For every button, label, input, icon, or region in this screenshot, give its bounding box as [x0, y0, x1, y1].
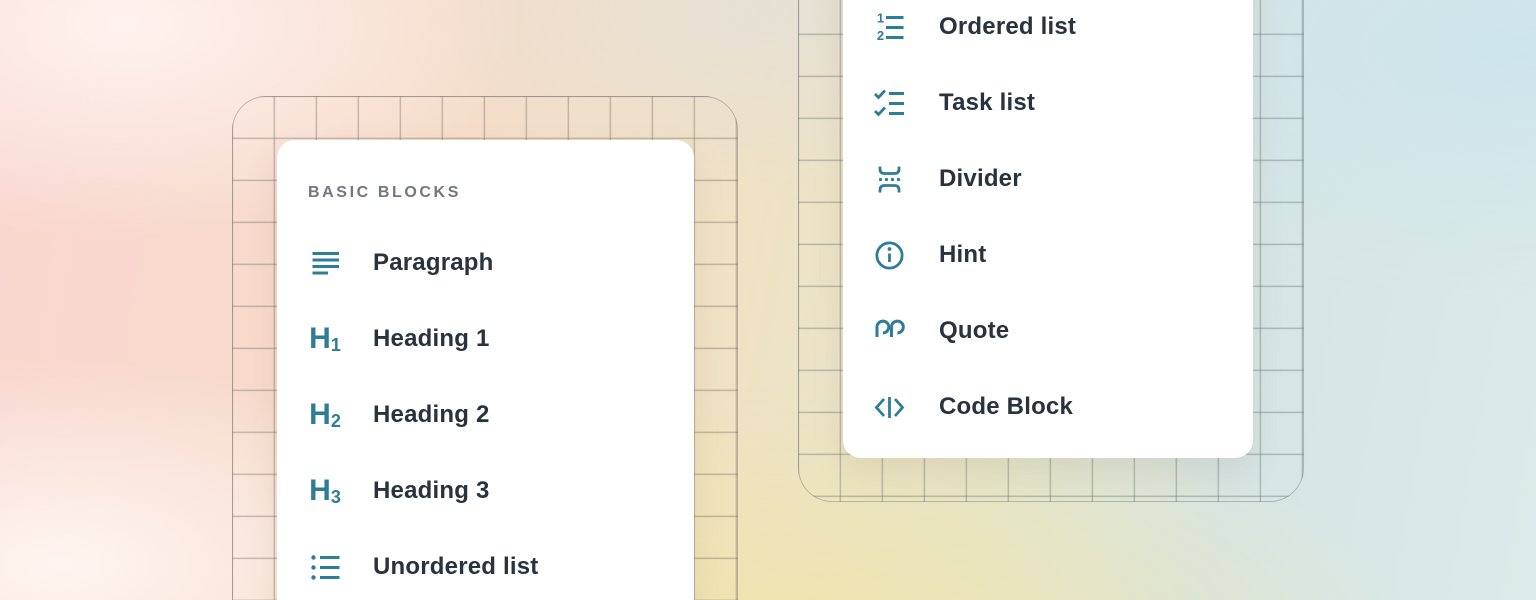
heading-3-icon: H3	[308, 474, 342, 508]
menu-item-label: Hint	[939, 241, 986, 269]
menu-item-label: Heading 2	[373, 401, 490, 429]
menu-item-heading-3[interactable]: H3 Heading 3	[308, 453, 676, 529]
ordered-list-icon: 1 2	[872, 10, 906, 44]
menu-item-heading-2[interactable]: H2 Heading 2	[308, 377, 676, 453]
menu-item-label: Quote	[939, 317, 1009, 345]
menu-item-label: Ordered list	[939, 13, 1076, 41]
menu-item-ordered-list[interactable]: 1 2 Ordered list	[872, 0, 1235, 65]
menu-item-task-list[interactable]: Task list	[872, 65, 1235, 141]
menu-item-quote[interactable]: Quote	[872, 293, 1235, 369]
menu-item-label: Paragraph	[373, 249, 494, 277]
heading-2-icon: H2	[308, 398, 342, 432]
basic-blocks-menu: BASIC BLOCKS Paragraph H1 Heading 1 H2 H…	[277, 140, 694, 600]
quote-icon	[872, 314, 906, 348]
svg-text:2: 2	[876, 28, 883, 43]
menu-item-label: Task list	[939, 89, 1035, 117]
svg-text:1: 1	[876, 11, 883, 26]
divider-icon	[872, 162, 906, 196]
menu-item-hint[interactable]: Hint	[872, 217, 1235, 293]
hint-icon	[872, 238, 906, 272]
unordered-list-icon	[308, 550, 342, 584]
blocks-menu-continued: 1 2 Ordered list Task list	[843, 0, 1253, 458]
menu-item-heading-1[interactable]: H1 Heading 1	[308, 301, 676, 377]
menu-item-label: Heading 1	[373, 325, 490, 353]
menu-item-label: Code Block	[939, 393, 1073, 421]
code-block-icon	[872, 390, 906, 424]
menu-item-code-block[interactable]: Code Block	[872, 369, 1235, 445]
section-header: BASIC BLOCKS	[308, 176, 676, 210]
menu-item-unordered-list[interactable]: Unordered list	[308, 529, 676, 600]
menu-item-label: Unordered list	[373, 553, 539, 581]
menu-item-divider[interactable]: Divider	[872, 141, 1235, 217]
paragraph-icon	[308, 246, 342, 280]
heading-1-icon: H1	[308, 322, 342, 356]
task-list-icon	[872, 86, 906, 120]
menu-item-label: Heading 3	[373, 477, 490, 505]
menu-item-paragraph[interactable]: Paragraph	[308, 225, 676, 301]
canvas: { "colors": { "accent_teal": "#2e7d97", …	[0, 0, 1536, 600]
menu-item-label: Divider	[939, 165, 1022, 193]
